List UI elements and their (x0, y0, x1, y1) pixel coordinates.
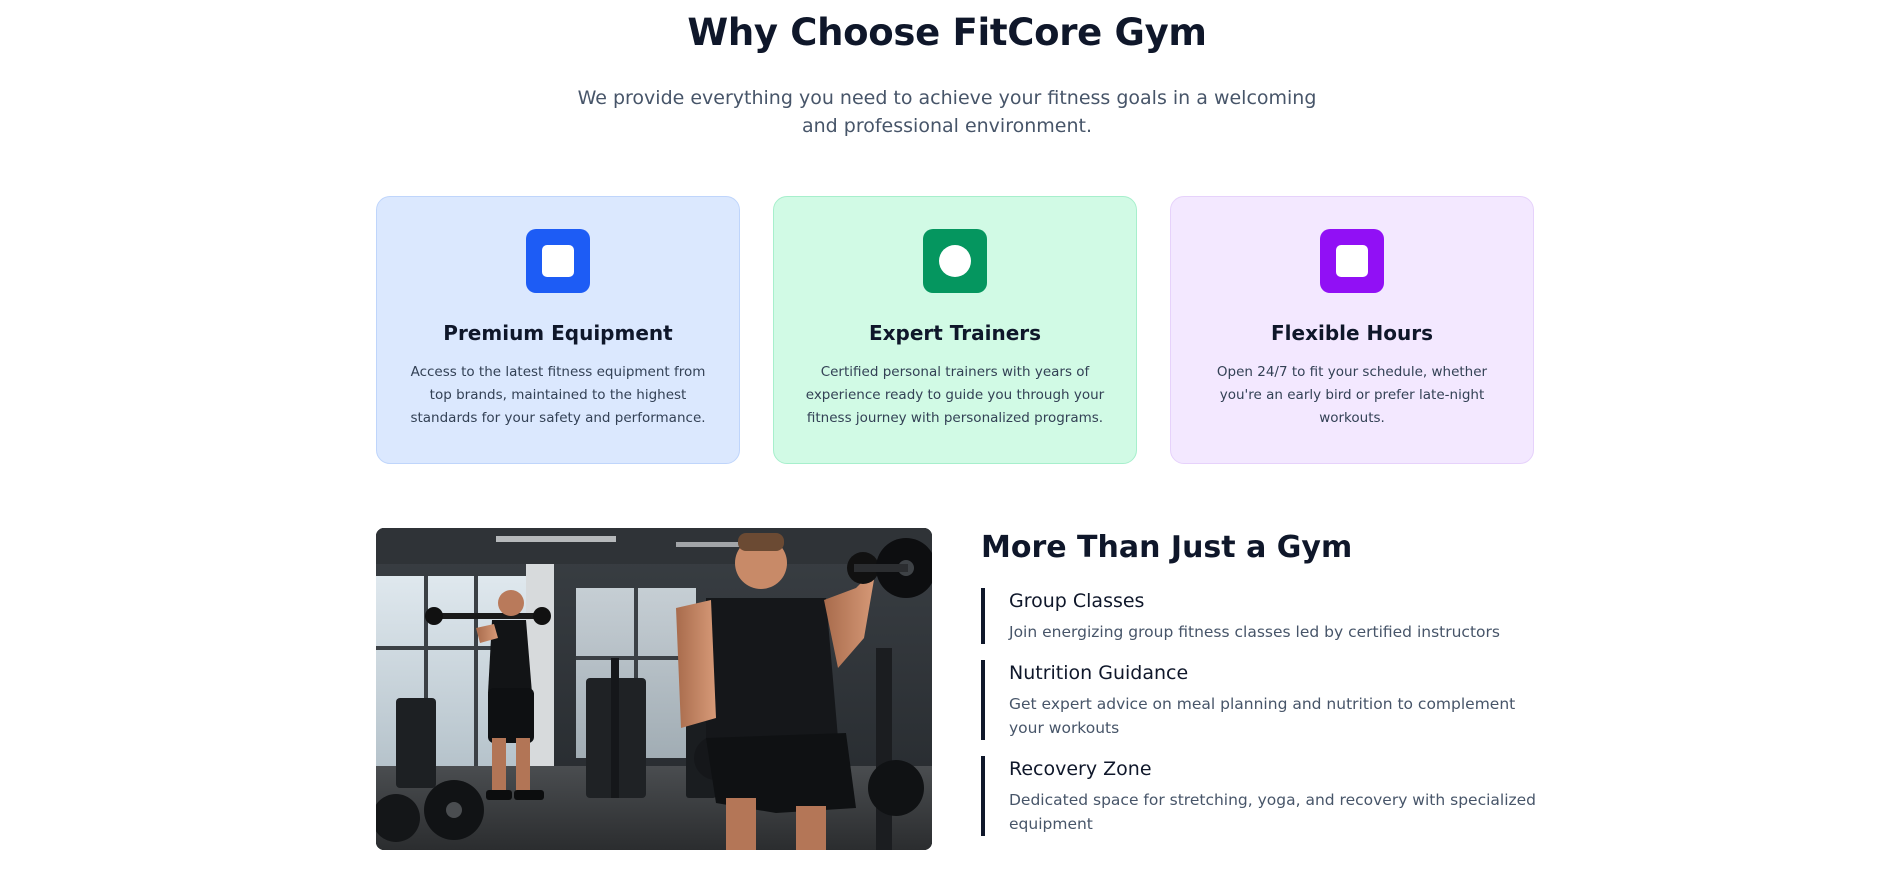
amenity-description: Dedicated space for stretching, yoga, an… (1009, 791, 1537, 833)
feature-card-premium-equipment: Premium Equipment Access to the latest f… (376, 196, 740, 464)
feature-card-expert-trainers: Expert Trainers Certified personal train… (773, 196, 1137, 464)
gym-photo (376, 528, 932, 850)
circle-icon (939, 245, 971, 277)
why-choose-header: Why Choose FitCore Gym We provide everyt… (0, 10, 1894, 140)
amenities-list: Group Classes Join energizing group fitn… (981, 588, 1541, 836)
feature-description: Open 24/7 to fit your schedule, whether … (1216, 364, 1488, 426)
square-icon (1336, 245, 1368, 277)
list-item-recovery-zone: Recovery Zone Dedicated space for stretc… (981, 756, 1541, 836)
page-title: Why Choose FitCore Gym (687, 11, 1207, 54)
feature-title: Expert Trainers (868, 321, 1042, 345)
amenity-description: Join energizing group fitness classes le… (1009, 623, 1500, 641)
feature-title: Flexible Hours (1270, 321, 1434, 345)
feature-description: Certified personal trainers with years o… (805, 364, 1105, 426)
list-item-nutrition-guidance: Nutrition Guidance Get expert advice on … (981, 660, 1541, 740)
list-item-group-classes: Group Classes Join energizing group fitn… (981, 588, 1541, 644)
feature-card-flexible-hours: Flexible Hours Open 24/7 to fit your sch… (1170, 196, 1534, 464)
amenity-title: Nutrition Guidance (1009, 662, 1189, 684)
amenity-description: Get expert advice on meal planning and n… (1009, 695, 1516, 737)
amenity-title: Group Classes (1009, 590, 1145, 612)
equipment-icon-badge (526, 229, 590, 293)
section-title: More Than Just a Gym (981, 530, 1353, 565)
square-icon (542, 245, 574, 277)
feature-title: Premium Equipment (443, 321, 673, 345)
hours-icon-badge (1320, 229, 1384, 293)
amenity-title: Recovery Zone (1009, 758, 1152, 780)
page: Why Choose FitCore Gym We provide everyt… (0, 0, 1894, 873)
page-subtitle: We provide everything you need to achiev… (577, 87, 1317, 137)
trainers-icon-badge (923, 229, 987, 293)
more-than-gym-section: More Than Just a Gym Group Classes Join … (981, 528, 1541, 836)
feature-cards: Premium Equipment Access to the latest f… (376, 196, 1534, 464)
feature-description: Access to the latest fitness equipment f… (410, 364, 706, 426)
